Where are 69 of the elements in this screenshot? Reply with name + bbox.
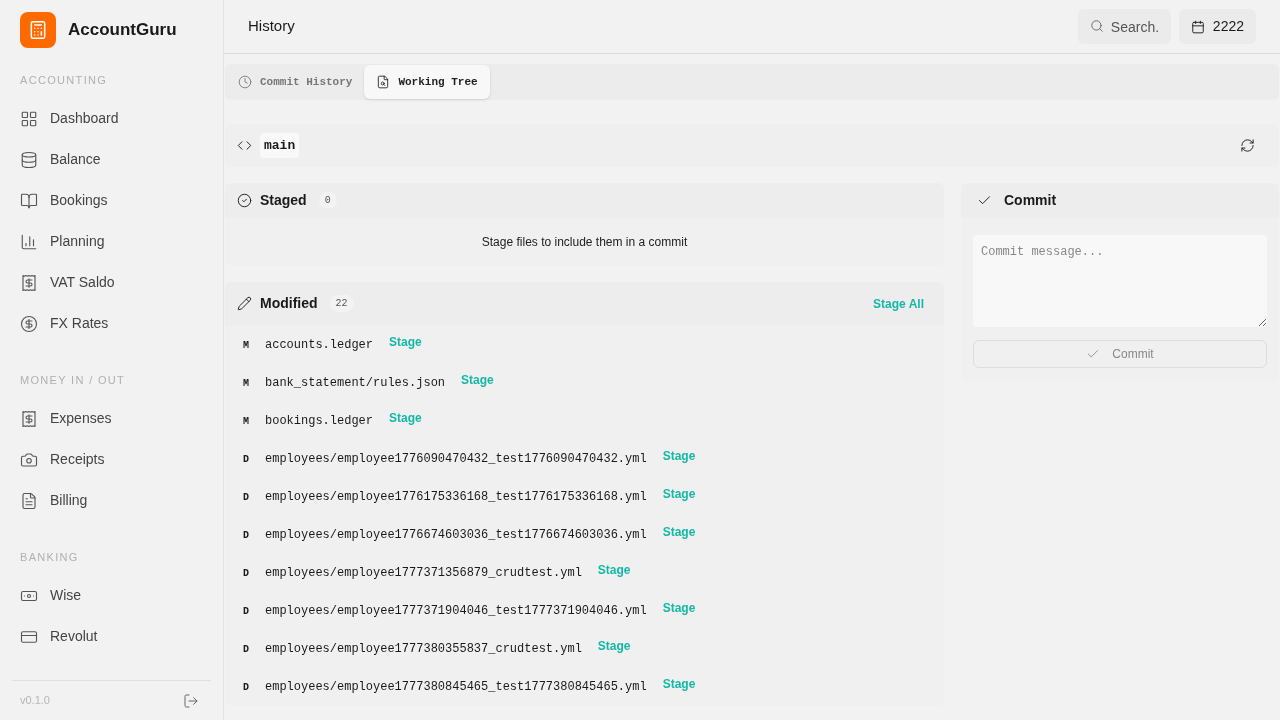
file-status: M <box>243 376 250 391</box>
sidebar-item[interactable]: Dashboard <box>12 98 211 139</box>
section-heading: ACCOUNTING <box>19 72 109 88</box>
file-path: accounts.ledger <box>265 337 374 354</box>
version-label: v0.1.0 <box>20 693 50 709</box>
sidebar-item[interactable]: Expenses <box>12 398 211 439</box>
calendar-icon <box>1190 19 1205 34</box>
receipt-icon <box>20 273 38 292</box>
file-path: employees/employee1777380845465_test1777380845465.yml <box>265 679 647 696</box>
count-badge: 22 <box>329 295 354 312</box>
grid-icon <box>20 109 38 128</box>
app-logo <box>20 12 56 48</box>
empty-message: Stage files to include them in a commit <box>481 234 688 251</box>
sidebar-item[interactable]: Revolut <box>12 616 211 657</box>
file-status: D <box>243 604 250 619</box>
search-field[interactable]: Search. <box>1077 9 1171 44</box>
tab[interactable]: Working Tree <box>364 65 490 99</box>
sidebar-item[interactable]: VAT Saldo <box>12 262 211 303</box>
file-status: D <box>243 528 250 543</box>
sidebar-item[interactable]: Wise <box>12 575 211 616</box>
panel-title: Commit <box>1004 191 1057 210</box>
file-path: employees/employee1776674603036_test1776674603036.yml <box>265 527 647 544</box>
file-status: D <box>243 642 250 657</box>
sidebar-item[interactable]: FX Rates <box>12 303 211 344</box>
book-icon <box>20 191 38 210</box>
receipt-icon <box>20 409 38 428</box>
file-path: employees/employee1777371356879_crudtest.yml <box>265 565 582 582</box>
check-circle-icon <box>237 193 252 208</box>
search-icon <box>1089 19 1104 33</box>
year-button[interactable]: 2222 <box>1178 9 1256 44</box>
panel-title: Modified <box>260 294 318 313</box>
clock-icon <box>238 75 252 89</box>
file-path: bank_statement/rules.json <box>265 375 446 392</box>
camera-icon <box>20 450 38 469</box>
document-icon <box>20 491 38 510</box>
section-heading: BANKING <box>19 549 80 565</box>
logout-icon <box>183 692 199 709</box>
file-status: M <box>243 414 250 429</box>
pencil-icon <box>237 296 252 311</box>
commit-message-field[interactable]: Commit message... <box>973 235 1267 327</box>
sidebar-item[interactable]: Receipts <box>12 439 211 480</box>
file-path: employees/employee1777380355837_crudtest.yml <box>265 641 582 658</box>
dollar-icon <box>20 314 38 333</box>
panel-title: Staged <box>260 191 307 210</box>
code-icon <box>237 138 252 153</box>
file-status: D <box>243 680 250 695</box>
file-status: D <box>243 452 250 467</box>
sidebar-item[interactable]: Billing <box>12 480 211 521</box>
file-path: employees/employee1777371904046_test1777371904046.yml <box>265 603 647 620</box>
file-status: D <box>243 566 250 581</box>
sidebar-item[interactable]: Balance <box>12 139 211 180</box>
app-name: AccountGuru <box>68 19 177 42</box>
page-title: History <box>248 16 295 37</box>
file-status: D <box>243 490 250 505</box>
database-icon <box>20 150 38 169</box>
file-search-icon <box>376 75 391 89</box>
refresh-icon <box>1240 138 1255 153</box>
sidebar-item[interactable]: Planning <box>12 221 211 262</box>
file-path: bookings.ledger <box>265 413 374 430</box>
count-badge: 0 <box>318 192 337 209</box>
file-status: M <box>243 338 250 353</box>
bar-chart-icon <box>20 232 38 251</box>
file-path: employees/employee1776175336168_test1776175336168.yml <box>265 489 647 506</box>
branch-name: main <box>260 132 300 159</box>
tab[interactable]: Commit History <box>226 65 365 99</box>
sidebar-item[interactable]: Bookings <box>12 180 211 221</box>
section-heading: MONEY IN / OUT <box>19 372 127 388</box>
check-icon <box>1086 347 1101 361</box>
file-path: employees/employee1776090470432_test1776090470432.yml <box>265 451 647 468</box>
